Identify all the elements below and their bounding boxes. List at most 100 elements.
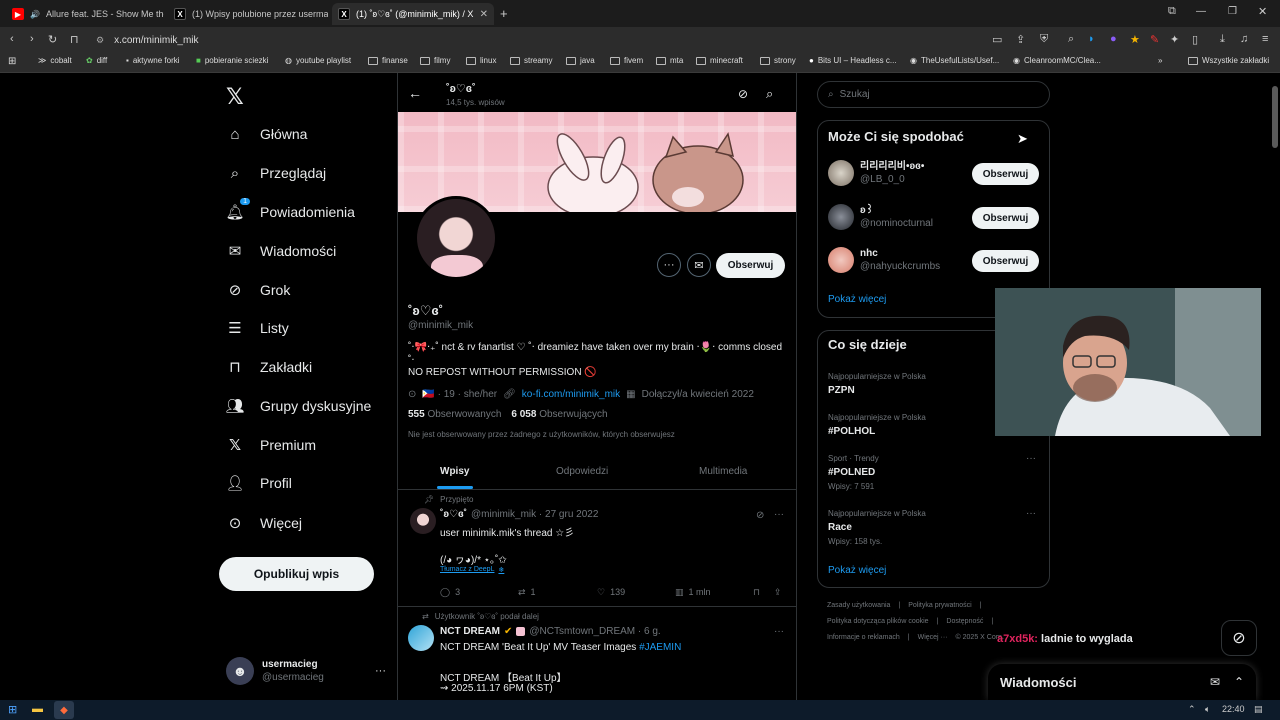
extension-icon[interactable]: ● [1110,33,1117,45]
sidebar-icon[interactable]: ▯ [1192,33,1198,46]
profile-avatar[interactable] [414,196,498,280]
volume-icon[interactable]: 🔈︎ [1205,704,1210,715]
post-button[interactable]: Opublikuj wpis [219,557,374,591]
bookmark-icon[interactable]: ⊓ [753,587,760,598]
bookmark-folder[interactable]: streamy [510,56,552,65]
bookmark-item[interactable]: ◉ CleanroomMC/Clea... [1013,56,1101,65]
trend-item[interactable]: Najpopularniejsze w Polska #POLHOL [828,411,926,439]
suggestion-row[interactable]: 리리리리비•ʚɞ• @LB_0_0 [828,160,924,186]
bookmark-folder[interactable]: mta [656,56,683,65]
more-dots-icon[interactable]: ··· [1026,508,1036,519]
bookmark-item[interactable]: ● Bits UI – Headless c... [809,56,897,65]
bookmark-folder[interactable]: filmy [420,56,450,65]
puzzle-icon[interactable]: ✦ [1170,33,1179,46]
close-tab-icon[interactable]: ✕ [480,9,488,20]
back-icon[interactable]: ‹ [10,33,14,45]
bookmark-item[interactable]: ◉ TheUsefulLists/Usef... [910,56,999,65]
search-input[interactable]: ⌕ Szukaj [817,81,1050,108]
footer-link[interactable]: Informacje o reklamach [827,634,900,641]
browser-tab-active[interactable]: X (1) ˚ʚ♡ɞ˚ (@minimik_mik) / X ✕ [332,3,494,25]
suggestion-row[interactable]: ʚ꒱ @nominocturnal [828,204,933,230]
notification-center-icon[interactable]: ▤ [1254,704,1263,715]
tab-replies[interactable]: Odpowiedzi [556,466,608,477]
site-settings-icon[interactable]: ⚙ [96,35,104,46]
bookmark-item[interactable]: ▪ aktywne forki [126,56,180,65]
bookmark-folder[interactable]: minecraft [696,56,743,65]
forward-icon[interactable]: › [30,33,34,45]
reload-icon[interactable]: ↻ [48,33,57,46]
minimize-icon[interactable]: — [1196,6,1206,17]
tab-media[interactable]: Multimedia [699,466,747,477]
bookmark-folder[interactable]: strony [760,56,796,65]
views-button[interactable]: ▥ 1 mln [675,587,711,598]
x-logo-icon[interactable]: 𝕏 [226,84,244,110]
new-message-icon[interactable]: ✉ [1210,675,1220,689]
nav-notifications[interactable]: 🔔︎ 1 Powiadomienia [225,198,355,225]
search-icon[interactable]: ⌕ [1068,33,1074,46]
show-more-link[interactable]: Pokaż więcej [828,294,886,305]
message-button[interactable]: ✉ [687,253,711,277]
followers-link[interactable]: 6 058 Obserwujących [511,409,607,420]
maximize-icon[interactable]: ❐ [1228,6,1237,17]
footer-link[interactable]: Polityka dotycząca plików cookie [827,618,929,625]
reply-button[interactable]: ◯ 3 [440,587,460,598]
like-button[interactable]: ♡ 139 [597,587,625,598]
more-dots-button[interactable]: ··· [657,253,681,277]
post-avatar[interactable] [408,625,434,651]
post-author[interactable]: NCT DREAM [440,626,500,637]
grok-icon[interactable]: ⊘ [738,87,748,101]
footer-link[interactable]: Dostępność [946,618,983,625]
following-link[interactable]: 555 Obserwowanych [408,409,501,420]
follow-button[interactable]: Obserwuj [716,253,785,278]
footer-link[interactable]: Zasady użytkowania [827,602,890,609]
extension-icon[interactable]: ◗ [1088,33,1095,45]
extension-icon[interactable]: ✎ [1150,33,1159,46]
share-icon[interactable]: ⇪ [774,587,782,598]
bookmark-item[interactable]: ✿ diff [86,56,107,65]
clock[interactable]: 22:40 [1222,704,1245,714]
bookmark-page-icon[interactable]: ⊓ [70,33,79,46]
back-arrow-icon[interactable]: ← [408,85,422,101]
browser-tab[interactable]: ▶ 🔊 Allure feat. JES - Show Me the W... [6,3,164,25]
windows-start-icon[interactable]: ⊞ [8,703,17,716]
trend-item[interactable]: Najpopularniejsze w Polska Race Wpisy: 158… [828,507,926,549]
trend-item[interactable]: Sport · Trendy #POLNED Wpisy: 7 591 [828,452,879,494]
nav-home[interactable]: ⌂ Główna [226,121,307,147]
apps-grid-icon[interactable]: ⊞ [8,56,16,67]
follow-suggestion-button[interactable]: Obserwuj [972,250,1039,272]
translate-link[interactable]: Tłumacz z DeepL ❄ [440,566,504,574]
grok-float-button[interactable]: ⊘ [1221,620,1257,656]
nav-grok[interactable]: ⊘ Grok [226,277,291,303]
post-avatar[interactable] [410,508,436,534]
shield-icon[interactable]: ⛨ [1040,33,1048,46]
nav-lists[interactable]: ☰ Listy [226,315,289,341]
more-dots-icon[interactable]: ··· [774,626,784,637]
address-bar[interactable]: ⚙ x.com/minimik_mik [88,30,988,50]
cast-icon[interactable]: ▭ [992,33,1002,46]
more-dots-icon[interactable]: ··· [1026,453,1036,464]
trend-item[interactable]: Najpopularniejsze w Polska PZPN [828,370,926,398]
extensions-icon[interactable]: ⧉ [1168,5,1176,18]
bookmark-folder[interactable]: linux [466,56,496,65]
tray-chevron-icon[interactable]: ⌃ [1188,704,1196,715]
download-icon[interactable]: ⤓ [1220,33,1225,46]
nav-bookmarks[interactable]: ⊓ Zakładki [226,354,312,380]
messages-dock[interactable]: Wiadomości ✉ ⌃ [988,664,1256,700]
account-switcher[interactable]: ☻ usermacieg @usermacieg ··· [226,656,386,686]
nav-profile[interactable]: 👤︎ Profil [225,470,291,496]
media-icon[interactable]: ♫ [1240,33,1248,45]
post-author[interactable]: ˚ʚ♡ɞ˚ [440,509,467,520]
footer-link[interactable]: Polityka prywatności [908,602,971,609]
new-tab-icon[interactable]: + [500,6,508,21]
browser-tab[interactable]: X (1) Wpisy polubione przez usermacie... [168,3,328,25]
suggestion-row[interactable]: nhc @nahyuckcrumbs [828,247,940,273]
menu-icon[interactable]: ≡ [1262,33,1268,45]
all-bookmarks-folder[interactable]: Wszystkie zakładki [1188,56,1269,65]
nav-premium[interactable]: 𝕏 Premium [226,432,316,458]
grok-icon[interactable]: ⊘ [756,510,764,521]
repost-button[interactable]: ⇄ 1 [518,587,536,598]
bookmark-folder[interactable]: java [566,56,595,65]
more-dots-icon[interactable]: ··· [774,509,784,520]
chevron-up-icon[interactable]: ⌃ [1234,675,1244,689]
nav-messages[interactable]: ✉ Wiadomości [226,238,337,264]
